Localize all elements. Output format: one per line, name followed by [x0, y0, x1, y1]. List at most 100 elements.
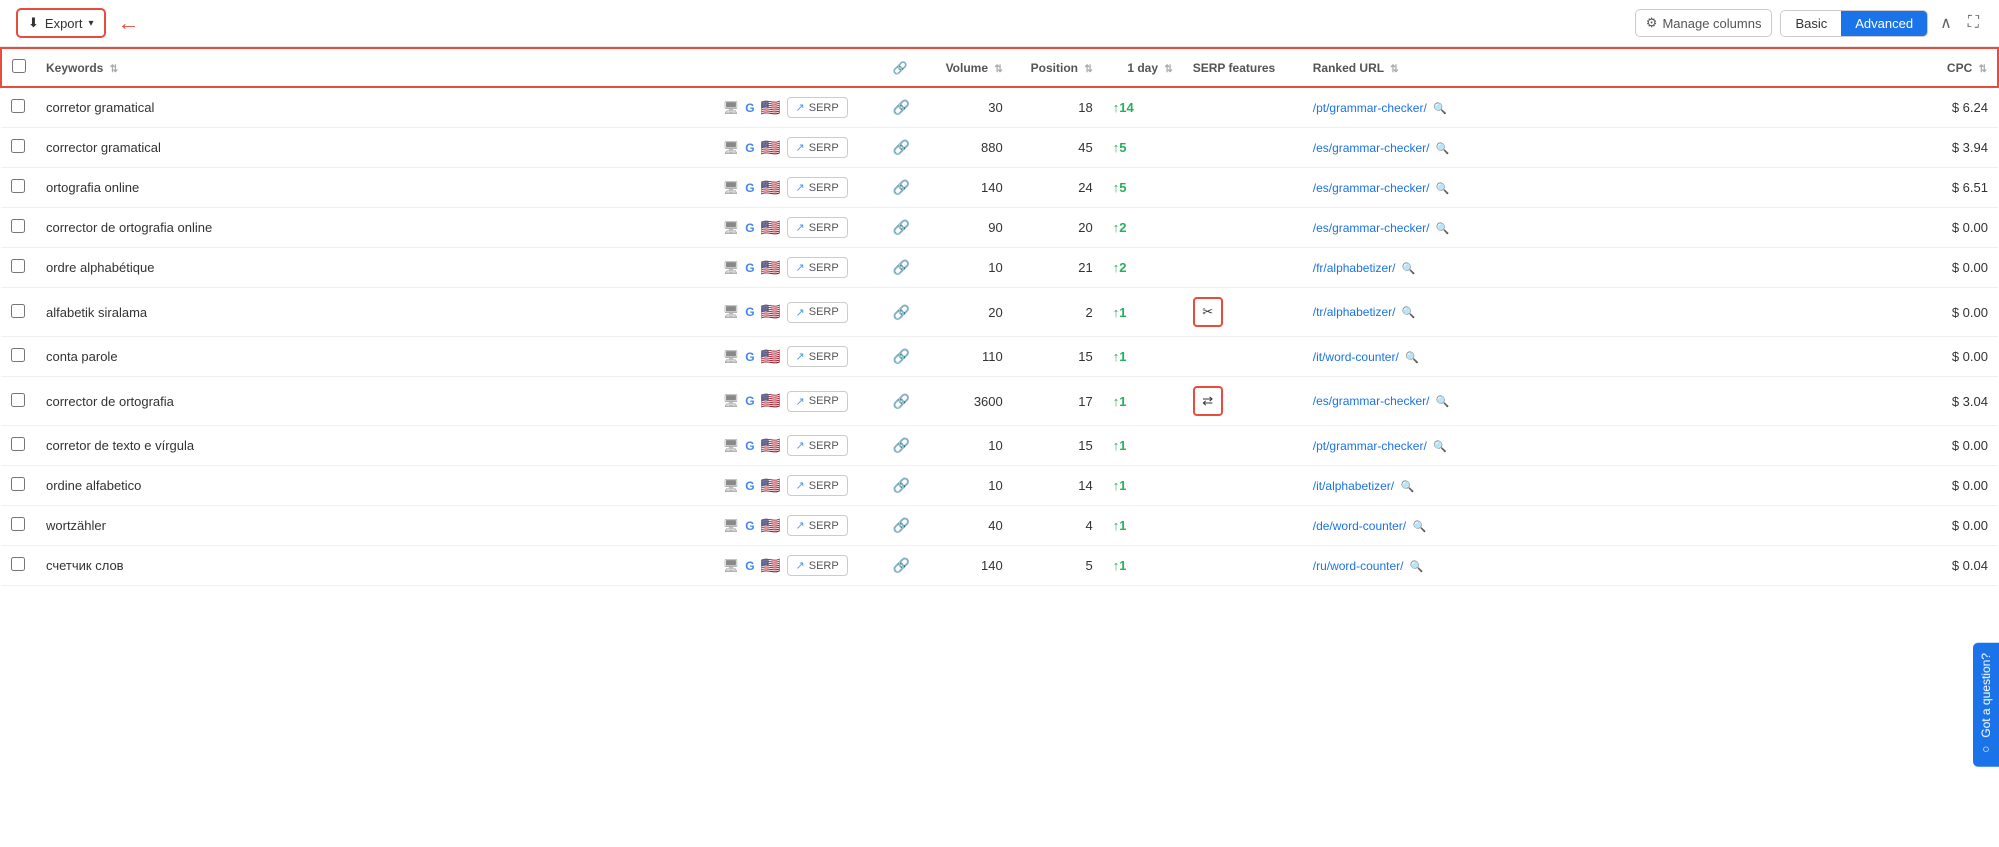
th-position[interactable]: Position ⇅: [1013, 48, 1103, 87]
url-search-icon[interactable]: 🔍: [1410, 561, 1424, 573]
row-checkbox[interactable]: [11, 259, 25, 273]
ranked-url-link[interactable]: /it/alphabetizer/: [1313, 479, 1394, 493]
serp-button[interactable]: ↗ SERP: [787, 257, 848, 278]
row-checkbox[interactable]: [11, 393, 25, 407]
url-search-icon[interactable]: 🔍: [1436, 143, 1450, 155]
row-checkbox[interactable]: [11, 557, 25, 571]
keyword-cell: corretor de texto e vírgula: [36, 426, 713, 466]
row-checkbox[interactable]: [11, 348, 25, 362]
table-container: Keywords ⇅ 🔗 Volume ⇅ Position ⇅ 1 day: [0, 47, 1999, 586]
google-icon: G: [745, 101, 754, 115]
serp-button[interactable]: ↗ SERP: [787, 515, 848, 536]
ranked-url-link[interactable]: /ru/word-counter/: [1313, 559, 1404, 573]
serp-button[interactable]: ↗ SERP: [787, 217, 848, 238]
url-search-icon[interactable]: 🔍: [1405, 352, 1419, 364]
row-checkbox[interactable]: [11, 139, 25, 153]
row-checkbox-cell[interactable]: [1, 337, 36, 377]
ranked-url-link[interactable]: /pt/grammar-checker/: [1313, 101, 1427, 115]
link-icon: 🔗: [893, 304, 910, 320]
th-cpc[interactable]: CPC ⇅: [1918, 48, 1998, 87]
serp-button[interactable]: ↗ SERP: [787, 555, 848, 576]
row-checkbox-cell[interactable]: [1, 426, 36, 466]
url-search-icon[interactable]: 🔍: [1402, 307, 1416, 319]
row-checkbox-cell[interactable]: [1, 248, 36, 288]
row-checkbox-cell[interactable]: [1, 128, 36, 168]
monitor-icon: 🖥: [723, 220, 740, 236]
row-checkbox-cell[interactable]: [1, 288, 36, 337]
trend-icon: ↗: [796, 395, 805, 408]
flag-icon: 🇺🇸: [761, 476, 781, 496]
th-one-day[interactable]: 1 day ⇅: [1103, 48, 1183, 87]
row-checkbox-cell[interactable]: [1, 87, 36, 128]
view-basic-button[interactable]: Basic: [1781, 11, 1841, 36]
ranked-url-link[interactable]: /tr/alphabetizer/: [1313, 305, 1396, 319]
url-search-icon[interactable]: 🔍: [1436, 183, 1450, 195]
expand-button[interactable]: ⛶: [1964, 10, 1983, 36]
ranked-url-link[interactable]: /pt/grammar-checker/: [1313, 439, 1427, 453]
serp-button[interactable]: ↗ SERP: [787, 475, 848, 496]
th-keywords[interactable]: Keywords ⇅: [36, 48, 713, 87]
serp-button[interactable]: ↗ SERP: [787, 391, 848, 412]
serp-button[interactable]: ↗ SERP: [787, 177, 848, 198]
position-cell: 5: [1013, 546, 1103, 586]
table-row: conta parole 🖥 G 🇺🇸 ↗ SERP 🔗 110 15 ↑1 /…: [1, 337, 1998, 377]
tools-cell: 🖥 G 🇺🇸 ↗ SERP: [713, 466, 883, 506]
row-checkbox[interactable]: [11, 517, 25, 531]
row-checkbox[interactable]: [11, 437, 25, 451]
row-checkbox[interactable]: [11, 304, 25, 318]
th-volume[interactable]: Volume ⇅: [923, 48, 1013, 87]
volume-sort-icon: ⇅: [994, 64, 1002, 75]
ranked-url-link[interactable]: /es/grammar-checker/: [1313, 221, 1430, 235]
th-select-all[interactable]: [1, 48, 36, 87]
serp-feature-icon[interactable]: ✂: [1193, 297, 1223, 327]
row-checkbox[interactable]: [11, 179, 25, 193]
row-checkbox-cell[interactable]: [1, 506, 36, 546]
row-checkbox[interactable]: [11, 219, 25, 233]
serp-features-cell: [1183, 466, 1303, 506]
ranked-url-link[interactable]: /fr/alphabetizer/: [1313, 261, 1396, 275]
serp-button[interactable]: ↗ SERP: [787, 302, 848, 323]
view-advanced-button[interactable]: Advanced: [1841, 11, 1927, 36]
url-search-icon[interactable]: 🔍: [1412, 521, 1426, 533]
url-search-icon[interactable]: 🔍: [1402, 263, 1416, 275]
export-icon: ⬇: [28, 15, 39, 31]
one-day-value: ↑1: [1113, 518, 1127, 533]
row-checkbox[interactable]: [11, 477, 25, 491]
url-search-icon[interactable]: 🔍: [1433, 103, 1447, 115]
ranked-url-link[interactable]: /es/grammar-checker/: [1313, 141, 1430, 155]
row-checkbox-cell[interactable]: [1, 168, 36, 208]
serp-button[interactable]: ↗ SERP: [787, 435, 848, 456]
manage-columns-button[interactable]: ⚙ Manage columns: [1635, 9, 1773, 37]
export-button[interactable]: ⬇ Export ▾: [16, 8, 106, 38]
trend-icon: ↗: [796, 559, 805, 572]
ranked-url-link[interactable]: /es/grammar-checker/: [1313, 181, 1430, 195]
one-day-value: ↑5: [1113, 180, 1127, 195]
url-search-icon[interactable]: 🔍: [1436, 223, 1450, 235]
url-search-icon[interactable]: 🔍: [1433, 441, 1447, 453]
ranked-url-link[interactable]: /de/word-counter/: [1313, 519, 1406, 533]
ranked-url-link[interactable]: /es/grammar-checker/: [1313, 394, 1430, 408]
serp-button[interactable]: ↗ SERP: [787, 97, 848, 118]
row-checkbox-cell[interactable]: [1, 377, 36, 426]
serp-button[interactable]: ↗ SERP: [787, 137, 848, 158]
collapse-button[interactable]: ∧: [1936, 9, 1956, 37]
row-checkbox-cell[interactable]: [1, 546, 36, 586]
ranked-url-cell: /es/grammar-checker/ 🔍: [1303, 377, 1918, 426]
link-cell: 🔗: [883, 128, 923, 168]
row-checkbox-cell[interactable]: [1, 208, 36, 248]
th-ranked-url[interactable]: Ranked URL ⇅: [1303, 48, 1918, 87]
row-checkbox-cell[interactable]: [1, 466, 36, 506]
url-search-icon[interactable]: 🔍: [1436, 396, 1450, 408]
table-row: ortografia online 🖥 G 🇺🇸 ↗ SERP 🔗 140 24…: [1, 168, 1998, 208]
tools-cell: 🖥 G 🇺🇸 ↗ SERP: [713, 546, 883, 586]
serp-feature-icon[interactable]: ⇄: [1193, 386, 1223, 416]
serp-label: SERP: [809, 142, 839, 154]
ranked-url-link[interactable]: /it/word-counter/: [1313, 350, 1399, 364]
url-search-icon[interactable]: 🔍: [1400, 481, 1414, 493]
got-question-widget[interactable]: ○ Got a question?: [1973, 643, 1999, 767]
serp-button[interactable]: ↗ SERP: [787, 346, 848, 367]
select-all-checkbox[interactable]: [12, 59, 26, 73]
cpc-cell: $ 0.00: [1918, 337, 1998, 377]
position-cell: 45: [1013, 128, 1103, 168]
row-checkbox[interactable]: [11, 99, 25, 113]
